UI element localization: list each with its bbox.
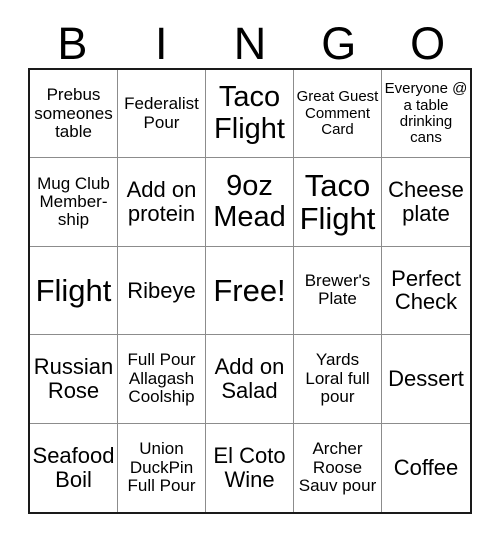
bingo-cell-label: 9oz Mead [213, 169, 286, 234]
bingo-cell-label: Flight [35, 272, 112, 308]
bingo-cell[interactable]: Full Pour Allagash Coolship [118, 335, 206, 424]
header-letter-b: B [57, 17, 88, 69]
bingo-cell-label: Federalist Pour [124, 94, 199, 132]
bingo-cell-label: Great Guest Comment Card [296, 88, 379, 138]
bingo-card: B I N G O Prebus someones table Federalis… [0, 0, 500, 544]
bingo-cell[interactable]: Add on Salad [206, 335, 294, 424]
bingo-cell[interactable]: Ribeye [118, 246, 206, 336]
bingo-cell-label: Add on Salad [214, 354, 285, 403]
bingo-cell[interactable]: Federalist Pour [118, 70, 206, 159]
bingo-cell[interactable]: Everyone @ a table drinking cans [382, 70, 470, 159]
header-letter-o: O [410, 17, 446, 69]
bingo-cell[interactable]: Brewer's Plate [294, 246, 382, 336]
bingo-cell[interactable]: Russian Rose [30, 335, 118, 424]
bingo-cell-label: Cheese plate [388, 177, 464, 227]
bingo-cell-label: Yards Loral full pour [305, 350, 370, 407]
bingo-cell-label: Prebus someones table [34, 85, 113, 141]
bingo-cell[interactable]: Mug Club Member- ship [30, 158, 118, 247]
bingo-cell[interactable]: Add on protein [118, 158, 206, 247]
bingo-cell[interactable]: Coffee [382, 423, 470, 512]
bingo-cell[interactable]: Taco Flight [294, 158, 382, 247]
bingo-cell[interactable]: Flight [30, 246, 118, 336]
header-letter-g: G [321, 17, 357, 69]
bingo-cell-label: Ribeye [127, 277, 196, 303]
bingo-cell[interactable]: 9oz Mead [206, 158, 294, 247]
bingo-cell[interactable]: Cheese plate [382, 158, 470, 247]
bingo-cell-label: El Coto Wine [213, 443, 286, 492]
bingo-cell-label: Taco Flight [299, 167, 376, 237]
bingo-cell-label: Seafood Boil [32, 443, 115, 492]
bingo-cell[interactable]: Taco Flight [206, 70, 294, 159]
bingo-cell-label: Free! [213, 272, 286, 308]
bingo-cell-label: Everyone @ a table drinking cans [384, 80, 468, 146]
header-letter-n: N [233, 17, 267, 69]
bingo-cell[interactable]: Archer Roose Sauv pour [294, 423, 382, 512]
bingo-cell-label: Coffee [393, 454, 459, 480]
bingo-cell[interactable]: El Coto Wine [206, 423, 294, 512]
bingo-grid: Prebus someones table Federalist Pour Taco… [28, 68, 472, 514]
bingo-cell-label: Add on protein [126, 177, 197, 227]
bingo-cell-label: Taco Flight [214, 81, 285, 145]
bingo-cell-label: Union DuckPin Full Pour [127, 439, 196, 495]
bingo-cell[interactable]: Union DuckPin Full Pour [118, 423, 206, 512]
header-letter-i: I [154, 17, 168, 69]
bingo-cell-label: Brewer's Plate [304, 271, 371, 309]
bingo-cell[interactable]: Yards Loral full pour [294, 335, 382, 424]
bingo-cell[interactable]: Great Guest Comment Card [294, 70, 382, 159]
bingo-cell-label: Dessert [388, 366, 464, 392]
bingo-cell-label: Full Pour Allagash Coolship [127, 350, 196, 407]
bingo-header: B I N G O [28, 18, 472, 68]
bingo-cell-label: Archer Roose Sauv pour [298, 439, 377, 495]
bingo-cell-label: Russian Rose [33, 354, 114, 403]
bingo-cell[interactable]: Free! [206, 246, 294, 336]
bingo-cell[interactable]: Prebus someones table [30, 70, 118, 159]
bingo-cell[interactable]: Dessert [382, 335, 470, 424]
bingo-cell[interactable]: Perfect Check [382, 246, 470, 336]
bingo-cell-label: Perfect Check [391, 265, 461, 315]
bingo-cell-label: Mug Club Member- ship [37, 173, 110, 230]
bingo-cell[interactable]: Seafood Boil [30, 423, 118, 512]
